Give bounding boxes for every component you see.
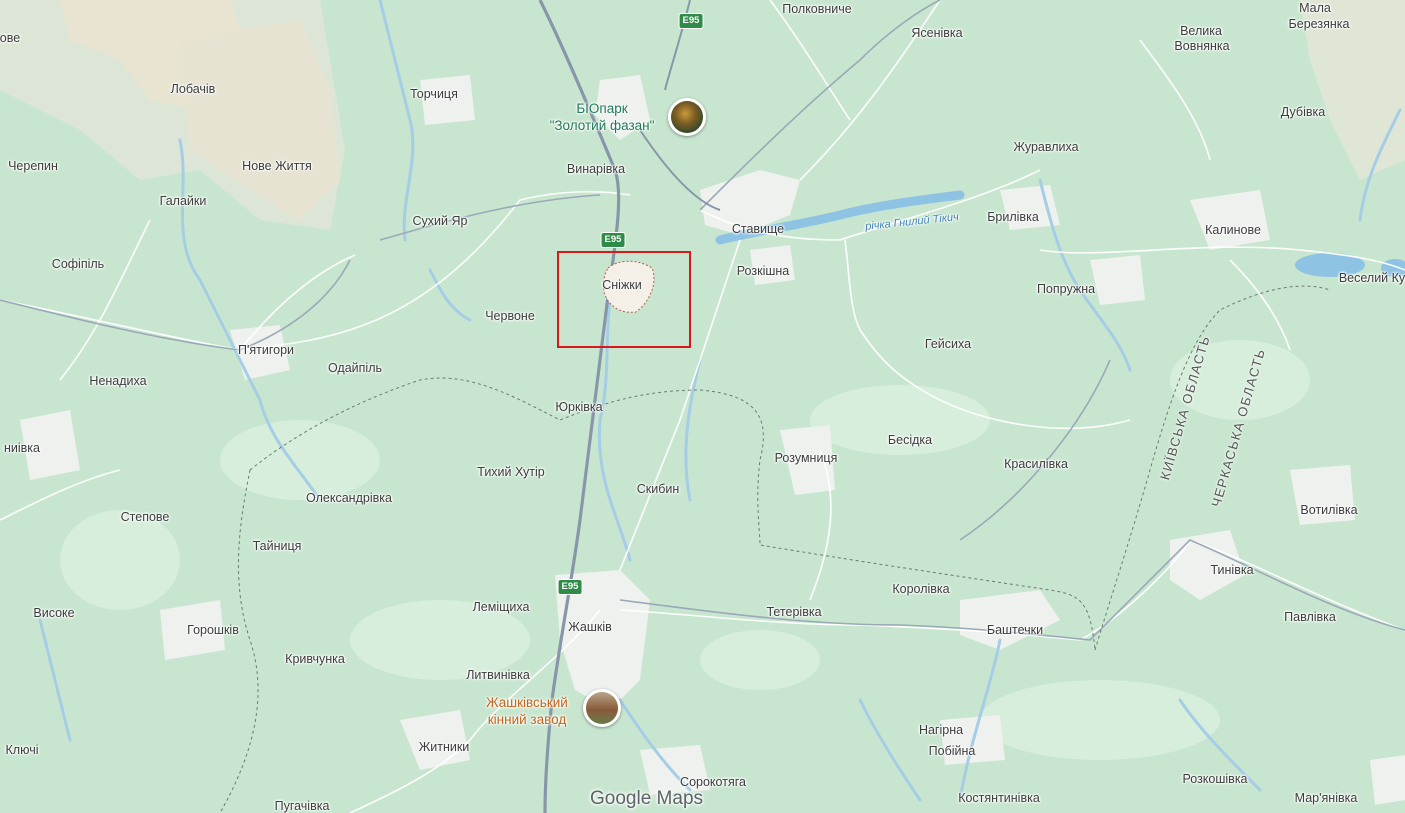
place-label[interactable]: Горошків [187, 623, 239, 637]
place-label[interactable]: Попружна [1037, 282, 1095, 296]
place-label[interactable]: Ясенівка [911, 26, 962, 40]
place-label[interactable]: Мала [1299, 1, 1331, 15]
place-label[interactable]: Тайниця [253, 539, 302, 553]
place-label[interactable]: Високе [33, 606, 74, 620]
place-label[interactable]: Кривчунка [285, 652, 345, 666]
place-label[interactable]: Сорокотяга [680, 775, 746, 789]
place-label[interactable]: Журавлиха [1013, 140, 1078, 154]
place-label[interactable]: Розумниця [775, 451, 838, 465]
place-label[interactable]: Житники [419, 740, 470, 754]
place-label[interactable]: Полковниче [782, 2, 852, 16]
place-label[interactable]: Веселий Ку [1339, 271, 1405, 285]
place-label[interactable]: ове [0, 31, 20, 45]
place-label[interactable]: Черепин [8, 159, 58, 173]
place-label[interactable]: Червоне [485, 309, 535, 323]
place-label[interactable]: Галайки [160, 194, 207, 208]
place-label[interactable]: Велика [1180, 24, 1222, 38]
highlight-frame [557, 251, 691, 348]
place-label[interactable]: Павлівка [1284, 610, 1336, 624]
place-label[interactable]: Вотилівка [1300, 503, 1357, 517]
place-label[interactable]: Дубівка [1281, 105, 1325, 119]
place-label[interactable]: Сухий Яр [413, 214, 468, 228]
place-label[interactable]: Степове [121, 510, 170, 524]
map-canvas[interactable] [0, 0, 1405, 813]
place-label[interactable]: Костянтинівка [958, 791, 1040, 805]
place-label[interactable]: Нагірна [919, 723, 963, 737]
place-label[interactable]: Брилівка [987, 210, 1039, 224]
poi-biopark[interactable]: БІОпарк "Золотий фазан" [550, 100, 655, 134]
place-label[interactable]: Гейсиха [925, 337, 971, 351]
place-label[interactable]: Королівка [892, 582, 949, 596]
place-label[interactable]: Тетерівка [766, 605, 821, 619]
place-label[interactable]: Ставище [732, 222, 784, 236]
place-label[interactable]: Бесідка [888, 433, 932, 447]
place-label[interactable]: Олександрівка [306, 491, 392, 505]
place-label[interactable]: Пугачівка [275, 799, 330, 813]
place-label[interactable]: Жашків [568, 620, 612, 634]
place-label[interactable]: Баштечки [987, 623, 1043, 637]
place-label[interactable]: Леміщиха [473, 600, 530, 614]
place-label[interactable]: Лобачів [171, 82, 216, 96]
place-label[interactable]: Нове Життя [242, 159, 312, 173]
place-label[interactable]: Скибин [637, 482, 680, 496]
place-label[interactable]: Торчиця [410, 87, 458, 101]
place-label[interactable]: Красилівка [1004, 457, 1068, 471]
place-label[interactable]: Софіпіль [52, 257, 104, 271]
place-label[interactable]: ниівка [4, 441, 40, 455]
place-label[interactable]: Розкошівка [1182, 772, 1247, 786]
place-label[interactable]: Розкішна [737, 264, 789, 278]
place-label[interactable]: Тихий Хутір [477, 465, 545, 479]
place-label[interactable]: Калинове [1205, 223, 1261, 237]
place-label[interactable]: П'ятигори [238, 343, 294, 357]
place-label[interactable]: Винарівка [567, 162, 625, 176]
place-label[interactable]: Вовнянка [1174, 39, 1229, 53]
place-label[interactable]: Юрківка [555, 400, 602, 414]
poi-horse-farm[interactable]: Жашківський кінний завод [486, 694, 568, 728]
place-label[interactable]: Ключі [6, 743, 39, 757]
place-label[interactable]: Побійна [929, 744, 976, 758]
place-label[interactable]: Ненадиха [89, 374, 146, 388]
place-label[interactable]: Литвинівка [466, 668, 530, 682]
place-label-highlighted[interactable]: Сніжки [602, 278, 642, 292]
place-label[interactable]: Одайпіль [328, 361, 382, 375]
place-label[interactable]: Тинівка [1210, 563, 1253, 577]
place-label[interactable]: Мар'янівка [1295, 791, 1358, 805]
place-label[interactable]: Березянка [1289, 17, 1350, 31]
